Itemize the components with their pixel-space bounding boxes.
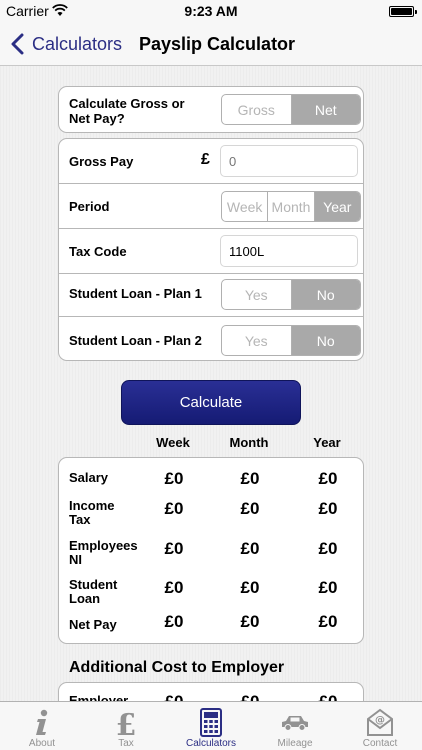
tab-calculators[interactable]: Calculators	[169, 702, 253, 750]
salary-week: £0	[164, 469, 184, 488]
plan1-yes-option[interactable]: Yes	[222, 280, 291, 309]
row-divider	[59, 316, 363, 317]
row-divider	[59, 228, 363, 229]
net-pay-year: £0	[318, 612, 338, 631]
gross-net-selector: Gross Net	[221, 94, 361, 125]
net-pay-month: £0	[240, 612, 260, 631]
plan2-yes-option[interactable]: Yes	[222, 326, 291, 355]
info-icon	[36, 709, 48, 735]
tab-tax-label: Tax	[118, 738, 134, 749]
income-tax-month: £0	[240, 499, 260, 518]
gross-pay-label: Gross Pay	[69, 154, 134, 169]
tax-code-label: Tax Code	[69, 244, 127, 259]
net-pay-week: £0	[164, 612, 184, 631]
tab-about-label: About	[28, 738, 56, 749]
income-tax-label: Income Tax	[69, 498, 115, 527]
plan1-selector: Yes No	[221, 279, 361, 310]
row-divider	[59, 273, 363, 274]
period-week-option[interactable]: Week	[222, 192, 267, 221]
period-selector: Week Month Year	[221, 191, 361, 222]
tax-code-input[interactable]: 1100L	[220, 235, 358, 267]
period-label: Period	[69, 199, 110, 214]
back-button[interactable]: Calculators	[10, 22, 122, 66]
plan2-selector: Yes No	[221, 325, 361, 356]
employees-ni-week: £0	[164, 539, 184, 558]
column-header-year: Year	[313, 435, 341, 450]
column-header-month: Month	[229, 435, 269, 450]
svg-text:@: @	[375, 715, 385, 726]
currency-label: £	[201, 151, 210, 168]
car-icon	[282, 716, 308, 731]
period-month-option[interactable]: Month	[267, 192, 313, 221]
tab-contact-label: Contact	[362, 738, 398, 749]
gross-pay-input[interactable]	[220, 145, 358, 177]
mode-label: Calculate Gross or Net Pay?	[69, 96, 185, 126]
status-time: 9:23 AM	[184, 3, 238, 19]
chevron-left-icon	[11, 33, 24, 55]
plan2-label: Student Loan - Plan 2	[69, 333, 202, 348]
plan2-no-option[interactable]: No	[290, 326, 360, 355]
student-loan-year: £0	[318, 578, 338, 597]
salary-label: Salary	[69, 470, 109, 485]
navigation-bar: Calculators Payslip Calculator	[0, 22, 422, 66]
student-loan-week: £0	[164, 578, 184, 597]
tab-mileage[interactable]: Mileage	[253, 702, 337, 750]
employees-ni-label: Employees NI	[69, 538, 138, 567]
tab-tax[interactable]: £ Tax	[84, 702, 168, 750]
net-pay-label: Net Pay	[69, 617, 117, 632]
student-loan-month: £0	[240, 578, 260, 597]
employer-section-title: Additional Cost to Employer	[69, 659, 285, 676]
plan1-no-option[interactable]: No	[290, 280, 360, 309]
row-divider	[59, 183, 363, 184]
salary-year: £0	[318, 469, 338, 488]
plan1-label: Student Loan - Plan 1	[69, 286, 202, 301]
period-year-option[interactable]: Year	[313, 192, 360, 221]
back-button-label: Calculators	[32, 33, 123, 54]
tab-bar: About £ Tax Calculators Mileage @ Contac…	[0, 701, 422, 750]
calculate-button[interactable]: Calculate	[121, 380, 301, 425]
tab-contact[interactable]: @ Contact	[338, 702, 422, 750]
net-option[interactable]: Net	[290, 95, 360, 124]
tab-mileage-label: Mileage	[277, 738, 313, 749]
mode-card: Calculate Gross or Net Pay? Gross Net	[58, 86, 364, 133]
gross-option[interactable]: Gross	[222, 95, 291, 124]
page-title: Payslip Calculator	[139, 34, 296, 54]
employees-ni-month: £0	[240, 539, 260, 558]
mail-icon: @	[367, 708, 393, 736]
income-tax-week: £0	[164, 499, 184, 518]
employees-ni-year: £0	[318, 539, 338, 558]
status-bar: Carrier 9:23 AM	[0, 0, 422, 22]
results-card: Salary £0 £0 £0 Income Tax £0 £0 £0 Empl…	[58, 457, 364, 644]
tab-calculators-label: Calculators	[185, 738, 237, 749]
battery-icon	[389, 6, 417, 17]
salary-month: £0	[240, 469, 260, 488]
tab-about[interactable]: About	[0, 702, 84, 750]
column-header-week: Week	[156, 435, 190, 450]
svg-text:£: £	[116, 708, 137, 737]
income-tax-year: £0	[318, 499, 338, 518]
inputs-card: Gross Pay £ Period Week Month Year Tax C…	[58, 138, 364, 361]
calculator-icon	[200, 708, 222, 737]
student-loan-label: Student Loan	[69, 577, 118, 606]
pound-icon: £	[116, 708, 137, 737]
